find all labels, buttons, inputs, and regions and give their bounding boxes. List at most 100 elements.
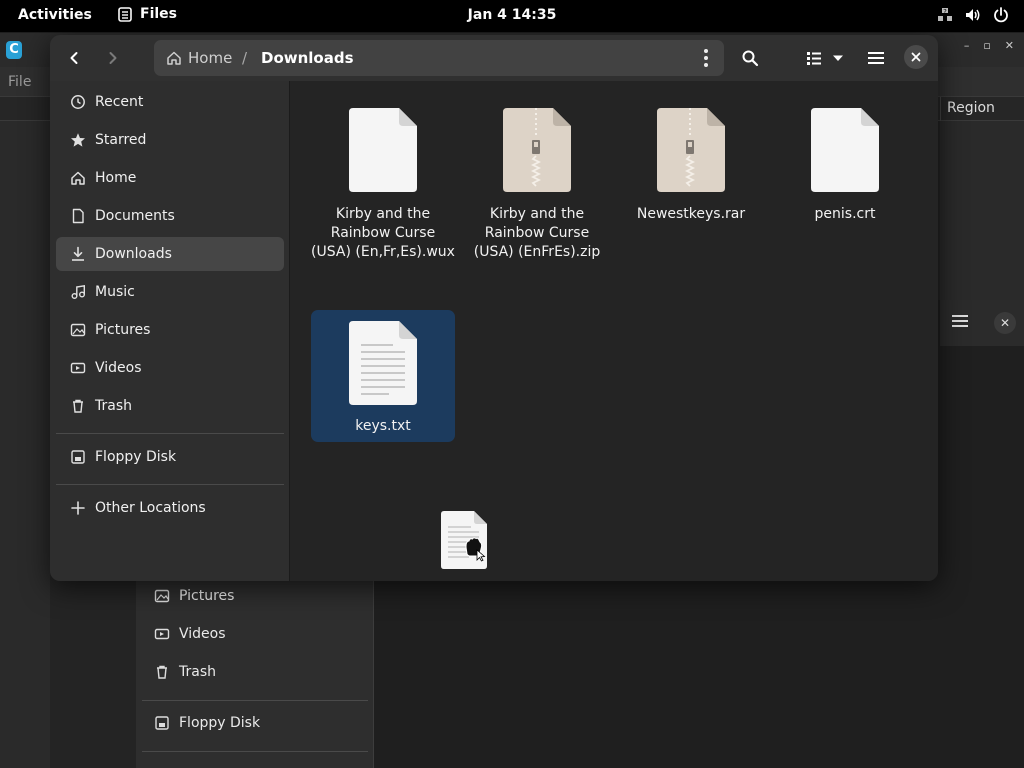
maximize-icon[interactable]: ▫	[983, 39, 990, 52]
sidebar-item-label: Documents	[95, 208, 175, 224]
file-item[interactable]: Kirby and the Rainbow Curse (USA) (EnFrE…	[465, 91, 609, 267]
home-icon	[70, 171, 85, 185]
forward-button[interactable]	[97, 42, 129, 74]
sidebar-item-label: Floppy Disk	[95, 449, 177, 465]
chevron-down-icon	[833, 55, 843, 61]
background-left-pane	[0, 121, 50, 768]
bg-sidebar-label: Videos	[179, 626, 226, 642]
path-home-button[interactable]: Home	[166, 49, 232, 67]
sidebar-separator	[56, 433, 284, 434]
sidebar-item-floppy-disk[interactable]: Floppy Disk	[56, 440, 284, 474]
trash-icon	[157, 665, 167, 679]
bg-sidebar-item-floppy[interactable]: Floppy Disk	[154, 715, 260, 731]
sidebar-item-label: Other Locations	[95, 500, 206, 516]
clock[interactable]: Jan 4 14:35	[468, 7, 557, 23]
document-icon	[72, 208, 84, 224]
path-separator: /	[242, 49, 248, 67]
bg-sidebar-label: Floppy Disk	[179, 715, 261, 731]
path-bar[interactable]: Home / Downloads	[154, 40, 724, 76]
bg-sidebar-separator	[142, 700, 368, 701]
file-item[interactable]: Kirby and the Rainbow Curse (USA) (En,Fr…	[311, 91, 455, 267]
column-region[interactable]: Region	[940, 97, 1024, 121]
archive-file-icon	[503, 108, 571, 192]
menu-icon[interactable]	[952, 314, 968, 328]
volume-icon	[966, 9, 980, 21]
sidebar-item-other-locations[interactable]: Other Locations	[56, 491, 284, 525]
sidebar-item-starred[interactable]: Starred	[56, 123, 284, 157]
pictures-icon	[154, 589, 170, 603]
background-right-pane	[940, 121, 1024, 301]
generic-file-icon	[811, 108, 879, 192]
path-home-label: Home	[188, 49, 233, 67]
bg-sidebar-item-trash[interactable]: Trash	[154, 664, 216, 680]
app-name: Files	[140, 6, 177, 22]
chevron-right-icon	[109, 52, 117, 64]
close-icon	[911, 52, 921, 62]
search-button[interactable]	[734, 42, 766, 74]
sidebar-separator	[56, 484, 284, 485]
activities-button[interactable]: Activities	[18, 7, 92, 23]
chevron-left-icon	[70, 52, 78, 64]
path-current[interactable]: Downloads	[261, 49, 354, 67]
system-tray[interactable]: ?	[936, 6, 1010, 24]
sidebar-item-pictures[interactable]: Pictures	[56, 313, 284, 347]
plus-icon	[70, 501, 85, 515]
svg-text:?: ?	[943, 8, 947, 16]
bg-sidebar-separator	[142, 751, 368, 752]
sidebar-item-home[interactable]: Home	[56, 161, 284, 195]
generic-file-icon	[349, 108, 417, 192]
file-name: Kirby and the Rainbow Curse (USA) (EnFrE…	[473, 206, 601, 260]
floppy-icon	[70, 450, 85, 464]
app-menu[interactable]: Files	[118, 6, 177, 22]
file-item[interactable]: Newestkeys.rar	[619, 91, 763, 231]
file-name: Newestkeys.rar	[636, 206, 746, 222]
sidebar-item-label: Downloads	[95, 246, 172, 262]
videos-icon	[70, 362, 85, 374]
headerbar: Home / Downloads	[50, 35, 938, 81]
power-icon	[994, 7, 1008, 23]
sidebar-item-documents[interactable]: Documents	[56, 199, 284, 233]
sidebar-item-label: Recent	[95, 94, 144, 110]
view-options-button[interactable]	[826, 42, 850, 74]
sidebar-item-recent[interactable]: Recent	[56, 85, 284, 119]
sidebar-item-trash[interactable]: Trash	[56, 389, 284, 423]
network-icon: ?	[938, 8, 952, 21]
bg-sidebar-label: Pictures	[179, 588, 235, 604]
menu-file[interactable]: File	[8, 74, 31, 90]
file-view[interactable]: Kirby and the Rainbow Curse (USA) (En,Fr…	[291, 81, 938, 581]
pictures-icon	[70, 323, 85, 337]
close-button[interactable]	[904, 45, 928, 69]
sidebar-item-label: Pictures	[95, 322, 151, 338]
back-button[interactable]	[58, 42, 90, 74]
background-app-icon[interactable]: C	[6, 41, 22, 59]
top-bar: Activities Files Jan 4 14:35 ?	[0, 0, 1024, 32]
sidebar-item-label: Videos	[95, 360, 142, 376]
sidebar-item-label: Starred	[95, 132, 147, 148]
main-menu-button[interactable]	[860, 42, 892, 74]
trash-icon	[72, 399, 83, 413]
sidebar-item-videos[interactable]: Videos	[56, 351, 284, 385]
sidebar-item-label: Music	[95, 284, 135, 300]
files-app-icon	[118, 6, 132, 22]
music-icon	[71, 284, 85, 299]
close-icon[interactable]: ✕	[1005, 39, 1014, 52]
sidebar-item-downloads[interactable]: Downloads	[56, 237, 284, 271]
file-name: penis.crt	[814, 206, 876, 222]
search-icon	[742, 50, 759, 67]
bg-sidebar-item-videos[interactable]: Videos	[154, 626, 226, 642]
path-menu-icon[interactable]	[694, 44, 718, 72]
sidebar-item-music[interactable]: Music	[56, 275, 284, 309]
download-icon	[71, 246, 84, 261]
minimize-icon[interactable]: –	[964, 39, 970, 52]
home-icon	[167, 51, 181, 65]
bg-sidebar-label: Trash	[179, 664, 216, 680]
text-file-icon	[349, 321, 417, 405]
file-item-selected[interactable]: keys.txt	[311, 310, 455, 442]
list-view-icon	[807, 52, 821, 65]
file-name: keys.txt	[355, 418, 411, 434]
floppy-icon	[155, 716, 169, 730]
file-name: Kirby and the Rainbow Curse (USA) (En,Fr…	[311, 206, 455, 260]
bg-sidebar-item-pictures[interactable]: Pictures	[154, 588, 234, 604]
file-item[interactable]: penis.crt	[773, 91, 917, 231]
close-icon[interactable]: ✕	[994, 312, 1016, 334]
